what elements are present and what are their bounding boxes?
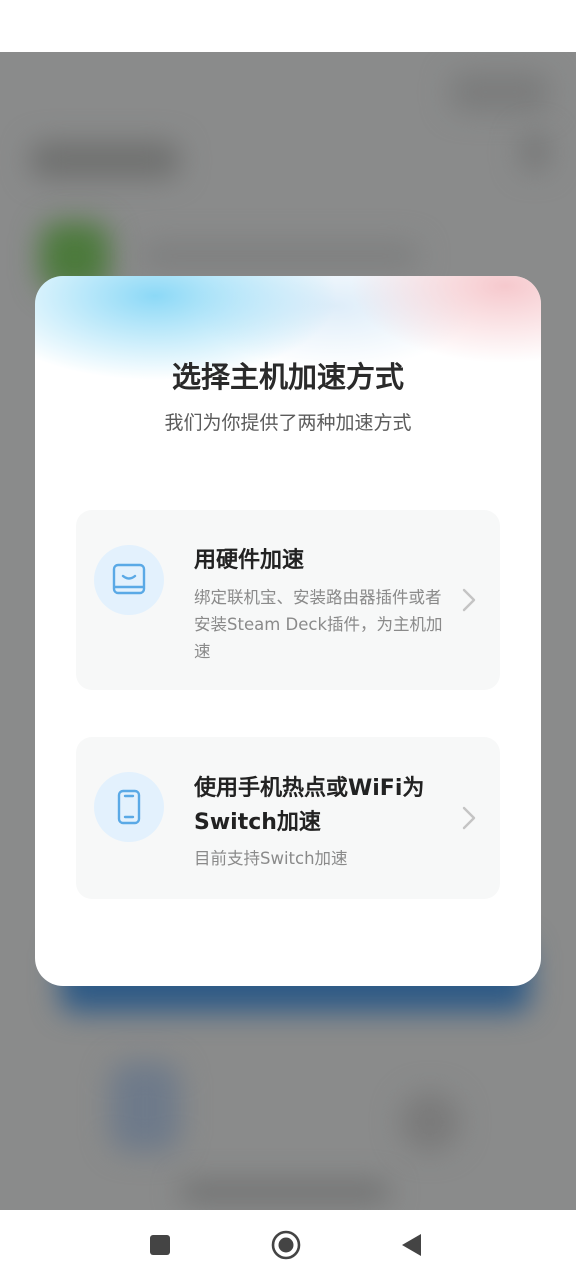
chevron-right-icon [462,806,476,830]
option-description: 目前支持Switch加速 [194,849,348,868]
blurred-tab-icon-2 [400,1092,460,1152]
blurred-header-title [30,142,180,178]
option-phone-hotspot-accel[interactable]: 使用手机热点或WiFi为Switch加速 目前支持Switch加速 [76,737,500,899]
option-title: 用硬件加速 [194,548,305,573]
blurred-tab-icon [110,1062,180,1152]
dialog-title: 选择主机加速方式 [171,360,404,394]
circle-icon[interactable] [268,1227,304,1263]
square-icon[interactable] [142,1227,178,1263]
triangle-back-icon[interactable] [394,1227,430,1263]
router-box-icon [94,545,164,615]
screen: 选择主机加速方式 我们为你提供了两种加速方式 用硬件加速 绑定联机宝、安装路由器… [0,0,576,1280]
blurred-menu [520,132,550,172]
blurred-footer-text [180,1182,390,1202]
system-nav-bar [0,1210,576,1280]
blurred-header-action [450,72,550,112]
status-bar [0,0,576,52]
option-description: 绑定联机宝、安装路由器插件或者安装Steam Deck插件，为主机加速 [194,588,443,661]
option-title: 使用手机热点或WiFi为Switch加速 [194,776,425,835]
dialog-subtitle: 我们为你提供了两种加速方式 [164,412,412,434]
option-hardware-accel[interactable]: 用硬件加速 绑定联机宝、安装路由器插件或者安装Steam Deck插件，为主机加… [76,510,500,690]
chevron-right-icon [462,588,476,612]
accel-mode-dialog: 选择主机加速方式 我们为你提供了两种加速方式 用硬件加速 绑定联机宝、安装路由器… [35,276,541,986]
phone-icon [94,772,164,842]
blurred-game-title [140,242,420,270]
